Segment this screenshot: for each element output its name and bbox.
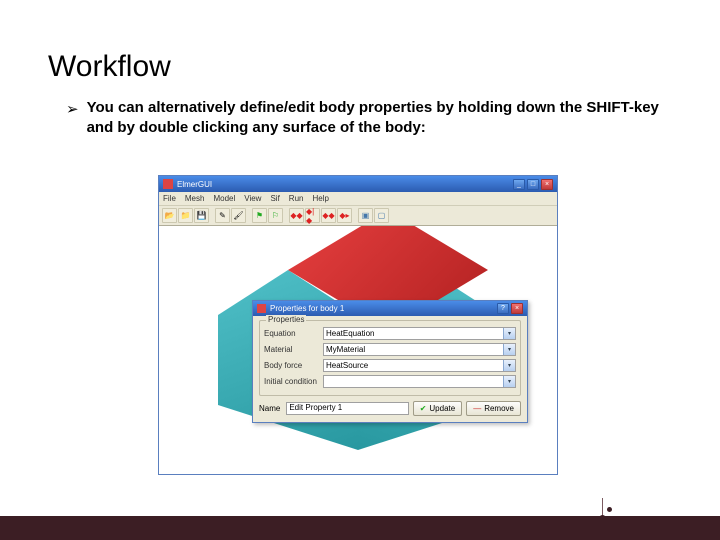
bullet-item: ➢ You can alternatively define/edit body… <box>66 98 672 139</box>
menu-mesh[interactable]: Mesh <box>185 194 205 203</box>
close-button[interactable]: × <box>541 179 553 190</box>
minimize-button[interactable]: _ <box>513 179 525 190</box>
bodyforce-label: Body force <box>264 361 320 370</box>
wand-icon[interactable]: ✎ <box>215 208 230 223</box>
flag2-icon[interactable]: ⚐ <box>268 208 283 223</box>
update-button[interactable]: ✔Update <box>413 401 463 416</box>
bodyforce-select[interactable]: HeatSource▾ <box>323 359 516 372</box>
chevron-down-icon[interactable]: ▾ <box>503 328 515 339</box>
flag-icon[interactable]: ⚑ <box>252 208 267 223</box>
save-icon[interactable]: 💾 <box>194 208 209 223</box>
menu-run[interactable]: Run <box>289 194 304 203</box>
maximize-button[interactable]: □ <box>527 179 539 190</box>
bullet-arrow-icon: ➢ <box>66 100 79 118</box>
red-nav-3-icon[interactable]: ◆◆ <box>321 208 336 223</box>
dialog-titlebar[interactable]: Properties for body 1 ? × <box>253 301 527 316</box>
app-titlebar[interactable]: ElmerGUI _ □ × <box>159 176 557 192</box>
minus-icon: — <box>473 404 481 413</box>
open-icon[interactable]: 📂 <box>162 208 177 223</box>
app-icon <box>163 179 173 189</box>
menu-help[interactable]: Help <box>312 194 328 203</box>
slide-title: Workflow <box>48 50 672 84</box>
initial-label: Initial condition <box>264 377 320 386</box>
properties-group: Properties Equation HeatEquation▾ Materi… <box>259 320 521 396</box>
box-icon[interactable]: ▣ <box>358 208 373 223</box>
equation-select[interactable]: HeatEquation▾ <box>323 327 516 340</box>
menubar: File Mesh Model View Sif Run Help <box>159 192 557 206</box>
red-nav-4-icon[interactable]: ◆▸ <box>337 208 352 223</box>
initial-select[interactable]: ▾ <box>323 375 516 388</box>
monitor-icon[interactable]: ▢ <box>374 208 389 223</box>
red-nav-2-icon[interactable]: ◆|◆ <box>305 208 320 223</box>
chevron-down-icon[interactable]: ▾ <box>503 344 515 355</box>
chevron-down-icon[interactable]: ▾ <box>503 360 515 371</box>
dialog-close-button[interactable]: × <box>511 303 523 314</box>
bullet-text: You can alternatively define/edit body p… <box>87 98 672 139</box>
folder-icon[interactable]: 📁 <box>178 208 193 223</box>
app-title: ElmerGUI <box>177 180 513 189</box>
equation-label: Equation <box>264 329 320 338</box>
name-input[interactable]: Edit Property 1 <box>286 402 408 415</box>
slide-footer: C S C <box>0 490 720 540</box>
name-label: Name <box>259 404 280 413</box>
check-icon: ✔ <box>420 404 427 413</box>
material-label: Material <box>264 345 320 354</box>
chevron-down-icon[interactable]: ▾ <box>503 376 515 387</box>
toolbar: 📂 📁 💾 ✎ 🖌 ⚑ ⚐ ◆◆ ◆|◆ ◆◆ ◆▸ ▣ ▢ <box>159 206 557 226</box>
menu-file[interactable]: File <box>163 194 176 203</box>
menu-sif[interactable]: Sif <box>270 194 279 203</box>
dialog-title: Properties for body 1 <box>270 304 497 313</box>
group-label: Properties <box>266 315 306 324</box>
menu-view[interactable]: View <box>244 194 261 203</box>
remove-button[interactable]: —Remove <box>466 401 521 416</box>
material-select[interactable]: MyMaterial▾ <box>323 343 516 356</box>
properties-dialog: Properties for body 1 ? × Properties Equ… <box>252 300 528 423</box>
dialog-icon <box>257 304 266 313</box>
brush-icon[interactable]: 🖌 <box>231 208 246 223</box>
menu-model[interactable]: Model <box>213 194 235 203</box>
red-nav-1-icon[interactable]: ◆◆ <box>289 208 304 223</box>
dialog-help-button[interactable]: ? <box>497 303 509 314</box>
